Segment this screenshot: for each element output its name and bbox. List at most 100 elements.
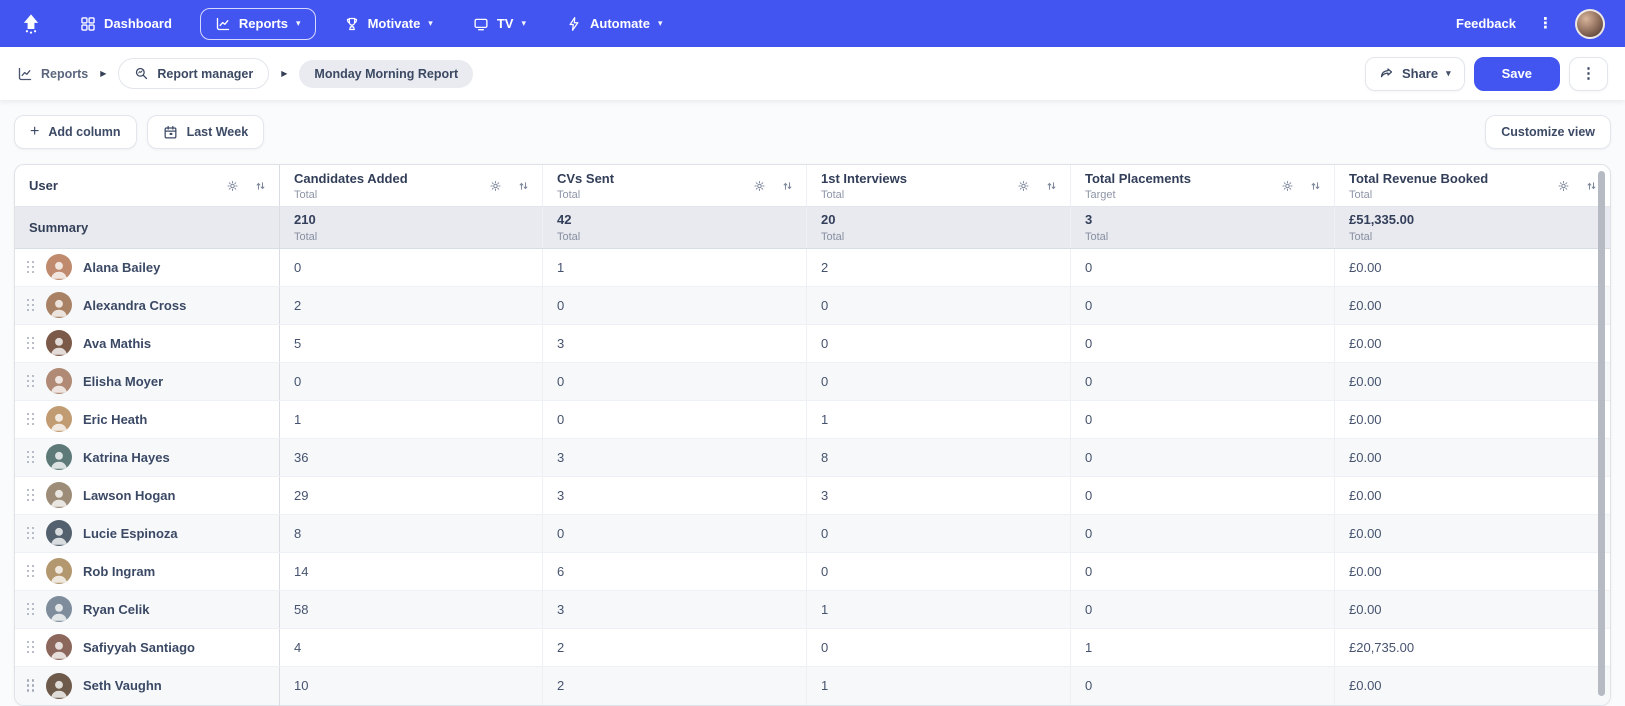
- cell-value: 0: [1070, 476, 1334, 514]
- column-header-user: User: [15, 165, 279, 206]
- nav-item-automate[interactable]: Automate ▾: [554, 8, 674, 40]
- cell-value: 0: [542, 514, 806, 552]
- cell-value: 0: [542, 362, 806, 400]
- report-table: User Candidates Added Total CVs Sent Total 1s…: [14, 164, 1611, 706]
- drag-handle-icon[interactable]: [27, 679, 35, 692]
- column-settings-gear-icon[interactable]: [226, 179, 239, 192]
- nav-item-dashboard[interactable]: Dashboard: [68, 8, 184, 40]
- summary-sublabel: Total: [821, 230, 845, 243]
- date-filter-button[interactable]: Last Week: [146, 115, 265, 149]
- drag-handle-icon[interactable]: [27, 640, 35, 654]
- save-button[interactable]: Save: [1473, 56, 1560, 91]
- plus-icon: +: [30, 123, 40, 140]
- breadcrumb-reports-link[interactable]: Reports: [17, 66, 88, 82]
- nav-item-motivate[interactable]: Motivate ▾: [332, 8, 445, 40]
- column-sort-icon[interactable]: [517, 179, 530, 192]
- drag-handle-icon[interactable]: [27, 564, 35, 578]
- share-icon: [1379, 66, 1394, 81]
- table-row: Lawson Hogan 29 3 3 0 £0.00: [15, 476, 1610, 515]
- user-name: Seth Vaughn: [83, 678, 162, 694]
- feedback-link[interactable]: Feedback: [1456, 16, 1516, 31]
- top-nav: Dashboard Reports ▾ Motivate ▾ TV ▾ Automate ▾ F…: [0, 0, 1625, 47]
- drag-handle-icon[interactable]: [27, 526, 35, 540]
- cell-value: 3: [542, 590, 806, 628]
- summary-value: 3: [1085, 212, 1093, 228]
- avatar: [46, 596, 72, 623]
- table-row: Seth Vaughn 10 2 1 0 £0.00: [15, 666, 1610, 705]
- summary-sublabel: Total: [1349, 230, 1373, 243]
- drag-handle-icon[interactable]: [27, 488, 35, 502]
- drag-handle-icon[interactable]: [27, 412, 35, 426]
- cell-value: 10: [279, 666, 542, 705]
- table-body: Alana Bailey 0 1 2 0 £0.00 Alexandra Cross 2 0 0 0…: [15, 248, 1610, 705]
- cell-value: 0: [1070, 324, 1334, 362]
- column-settings-gear-icon[interactable]: [1281, 179, 1294, 192]
- cell-value: 4: [279, 628, 542, 666]
- avatar: [46, 406, 72, 433]
- app-logo-icon[interactable]: [20, 13, 42, 35]
- cell-value: £0.00: [1334, 400, 1610, 438]
- cell-value: 0: [1070, 400, 1334, 438]
- column-header-cvs-sent: CVs Sent Total: [542, 165, 806, 207]
- avatar: [46, 482, 72, 509]
- table-row: Elisha Moyer 0 0 0 0 £0.00: [15, 362, 1610, 401]
- cell-value: 58: [279, 590, 542, 628]
- cell-value: £0.00: [1334, 286, 1610, 324]
- table-row: Safiyyah Santiago 4 2 0 1 £20,735.00: [15, 628, 1610, 667]
- nav-kebab-icon[interactable]: ⋮: [1538, 16, 1553, 31]
- dashboard-grid-icon: [80, 16, 96, 32]
- more-options-button[interactable]: ⋮: [1569, 56, 1608, 91]
- breadcrumb: Reports ▶ Report manager ▶ Monday Mornin…: [17, 58, 474, 89]
- drag-handle-icon[interactable]: [27, 260, 35, 274]
- table-scrollbar[interactable]: [1598, 171, 1605, 696]
- trophy-icon: [344, 16, 360, 32]
- user-name: Katrina Hayes: [83, 449, 170, 465]
- cell-value: 0: [542, 400, 806, 438]
- column-sort-icon[interactable]: [1585, 179, 1598, 192]
- nav-item-tv[interactable]: TV ▾: [461, 8, 538, 40]
- nav-item-label: Motivate: [367, 16, 421, 31]
- share-label: Share: [1401, 66, 1439, 81]
- drag-handle-icon[interactable]: [27, 336, 35, 350]
- table-header-row: User Candidates Added Total CVs Sent Total 1s…: [15, 165, 1610, 208]
- breadcrumb-manager-label: Report manager: [157, 66, 254, 81]
- cell-value: 0: [806, 628, 1070, 666]
- nav-item-reports[interactable]: Reports ▾: [199, 7, 316, 40]
- column-sort-icon[interactable]: [1309, 179, 1322, 192]
- share-button[interactable]: Share ▾: [1364, 56, 1465, 91]
- cell-value: 36: [279, 438, 542, 476]
- column-settings-gear-icon[interactable]: [1557, 179, 1570, 192]
- drag-handle-icon[interactable]: [27, 602, 35, 616]
- table-row: Alexandra Cross 2 0 0 0 £0.00: [15, 286, 1610, 325]
- breadcrumb-bar: Reports ▶ Report manager ▶ Monday Mornin…: [0, 47, 1625, 100]
- column-settings-gear-icon[interactable]: [753, 179, 766, 192]
- cell-value: 3: [542, 438, 806, 476]
- column-sort-icon[interactable]: [781, 179, 794, 192]
- cell-value: 5: [279, 324, 542, 362]
- cell-value: 14: [279, 552, 542, 590]
- breadcrumb-report-manager[interactable]: Report manager: [118, 58, 270, 89]
- drag-handle-icon[interactable]: [27, 298, 35, 312]
- column-header-total-placements: Total Placements Target: [1070, 165, 1334, 207]
- summary-row: Summary 210 Total 42 Total 20 Total 3 Total £51,3…: [15, 207, 1610, 249]
- drag-handle-icon[interactable]: [27, 374, 35, 388]
- cell-value: 0: [1070, 286, 1334, 324]
- customize-view-button[interactable]: Customize view: [1485, 115, 1611, 149]
- column-settings-gear-icon[interactable]: [1017, 179, 1030, 192]
- cell-value: 0: [542, 286, 806, 324]
- user-avatar[interactable]: [1575, 8, 1605, 39]
- table-row: Eric Heath 1 0 1 0 £0.00: [15, 400, 1610, 439]
- add-column-button[interactable]: + Add column: [14, 115, 137, 149]
- avatar: [46, 292, 72, 319]
- table-row: Ryan Celik 58 3 1 0 £0.00: [15, 590, 1610, 629]
- cell-value: 0: [1070, 590, 1334, 628]
- cell-value: 0: [806, 362, 1070, 400]
- column-sort-icon[interactable]: [254, 179, 267, 192]
- breadcrumb-current-report[interactable]: Monday Morning Report: [299, 59, 474, 88]
- cell-value: 0: [1070, 248, 1334, 286]
- drag-handle-icon[interactable]: [27, 450, 35, 464]
- column-sort-icon[interactable]: [1045, 179, 1058, 192]
- summary-value: £51,335.00: [1349, 212, 1415, 228]
- column-settings-gear-icon[interactable]: [489, 179, 502, 192]
- cell-value: 3: [542, 476, 806, 514]
